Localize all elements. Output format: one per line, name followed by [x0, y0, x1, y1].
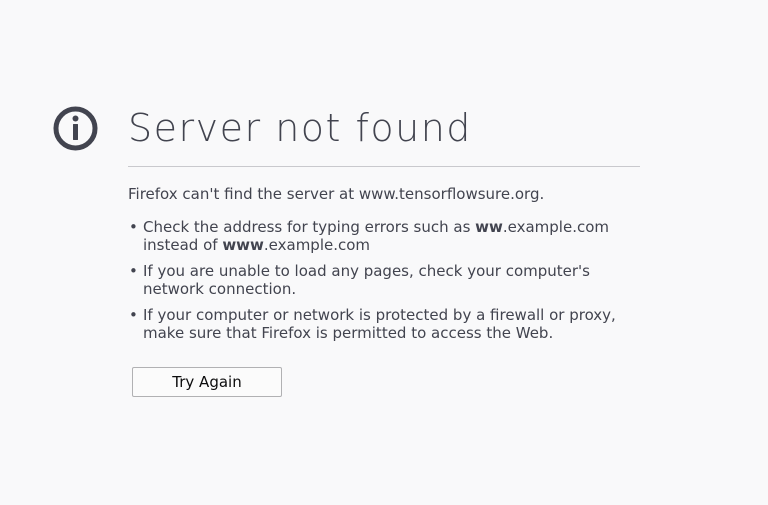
suggestion-text: Check the address for typing errors such… [143, 218, 476, 236]
suggestion-line: Check the address for typing errors such… [143, 218, 648, 236]
suggestion-bold-text: ww [475, 218, 503, 236]
suggestion-text: .example.com [502, 218, 610, 236]
suggestion-line: network connection. [143, 280, 297, 298]
suggestion-bold-text: www [222, 236, 264, 254]
info-circle-icon [53, 106, 98, 151]
try-again-button[interactable]: Try Again [132, 367, 282, 397]
suggestion-line: make sure that Firefox is permitted to a… [143, 324, 554, 342]
error-description: Firefox can't find the server at www.ten… [128, 185, 545, 203]
bullet-icon: • [129, 306, 138, 324]
bullet-icon: • [129, 262, 138, 280]
bullet-icon: • [129, 218, 138, 236]
suggestion-line: If your computer or network is protected… [143, 306, 616, 324]
suggestion-list: • Check the address for typing errors su… [128, 218, 648, 350]
title-divider [128, 166, 640, 167]
suggestion-item: • Check the address for typing errors su… [128, 218, 648, 254]
suggestion-item: • If your computer or network is protect… [128, 306, 648, 342]
suggestion-line: instead of www.example.com [143, 236, 648, 254]
suggestion-text: instead of [143, 236, 223, 254]
suggestion-line: If you are unable to load any pages, che… [143, 262, 590, 280]
page-title: Server not found [128, 106, 472, 150]
suggestion-text: .example.com [263, 236, 371, 254]
suggestion-item: • If you are unable to load any pages, c… [128, 262, 648, 298]
